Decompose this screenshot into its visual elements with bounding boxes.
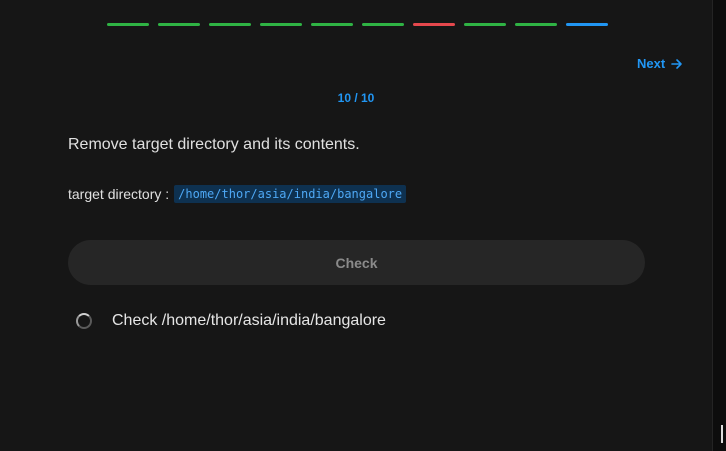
target-row: target directory : /home/thor/asia/india… <box>68 185 407 203</box>
arrow-right-icon <box>671 58 683 70</box>
progress-segment-4-correct <box>260 23 302 26</box>
next-label: Next <box>637 56 666 71</box>
progress-segment-7-wrong <box>413 23 455 26</box>
exercise-panel: Next 10 / 10 Remove target directory and… <box>0 0 713 451</box>
progress-segment-10-current <box>566 23 608 26</box>
progress-segment-9-correct <box>515 23 557 26</box>
window-edge <box>713 0 726 451</box>
next-button[interactable]: Next <box>637 56 683 71</box>
question-counter: 10 / 10 <box>337 91 375 105</box>
spinner-icon <box>76 313 92 329</box>
progress-segment-5-correct <box>311 23 353 26</box>
progress-bar <box>107 23 608 26</box>
check-status-label: Check /home/thor/asia/india/bangalore <box>112 312 386 329</box>
progress-segment-1-correct <box>107 23 149 26</box>
check-status-row: Check /home/thor/asia/india/bangalore <box>76 312 386 330</box>
progress-segment-6-correct <box>362 23 404 26</box>
progress-segment-8-correct <box>464 23 506 26</box>
text-cursor-icon <box>721 425 723 443</box>
target-path-code: /home/thor/asia/india/bangalore <box>174 185 407 203</box>
progress-segment-2-correct <box>158 23 200 26</box>
target-label: target directory : <box>68 186 170 202</box>
check-button[interactable]: Check <box>68 240 645 285</box>
progress-segment-3-correct <box>209 23 251 26</box>
question-text: Remove target directory and its contents… <box>68 136 360 153</box>
